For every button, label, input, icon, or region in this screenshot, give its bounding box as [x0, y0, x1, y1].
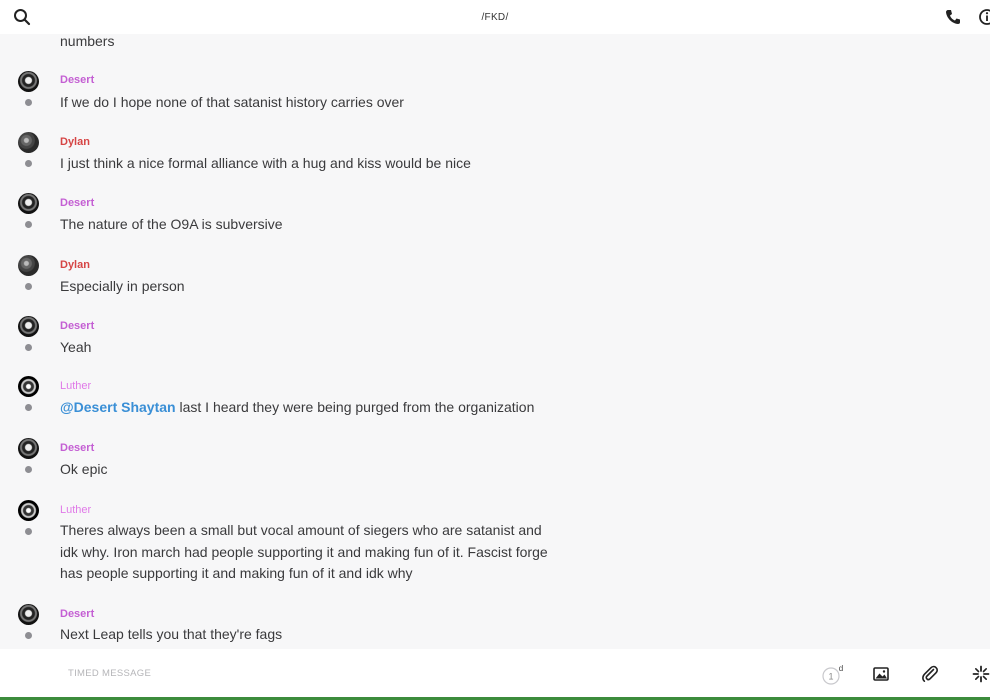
avatar[interactable]	[18, 500, 39, 521]
read-indicator	[25, 632, 32, 639]
image-icon[interactable]	[872, 665, 890, 683]
avatar[interactable]	[18, 193, 39, 214]
timer-icon[interactable]: 1 d	[821, 665, 845, 685]
avatar[interactable]	[18, 132, 39, 153]
avatar[interactable]	[18, 316, 39, 337]
sender-name[interactable]: Luther	[60, 380, 91, 392]
paperclip-icon[interactable]	[921, 665, 939, 683]
avatar[interactable]	[18, 438, 39, 459]
read-indicator	[25, 221, 32, 228]
message-text-rest: last I heard they were being purged from…	[175, 399, 535, 415]
message-text: If we do I hope none of that satanist hi…	[60, 94, 404, 110]
message-text: Yeah	[60, 339, 92, 355]
message-text: Theres always been a small but vocal amo…	[60, 522, 548, 581]
message-text: Ok epic	[60, 461, 108, 477]
sender-name[interactable]: Dylan	[60, 136, 90, 148]
sender-name[interactable]: Desert	[60, 74, 94, 86]
message-input[interactable]: TIMED MESSAGE	[68, 668, 151, 679]
read-indicator	[25, 283, 32, 290]
sender-name[interactable]: Luther	[60, 504, 91, 516]
sparkle-icon[interactable]	[972, 665, 990, 683]
avatar[interactable]	[18, 255, 39, 276]
avatar[interactable]	[18, 71, 39, 92]
read-indicator	[25, 404, 32, 411]
mention-link[interactable]: @Desert Shaytan	[60, 399, 176, 415]
message-text: Especially in person	[60, 278, 185, 294]
read-indicator	[25, 99, 32, 106]
read-indicator	[25, 344, 32, 351]
search-icon[interactable]	[13, 8, 31, 26]
sender-name[interactable]: Desert	[60, 320, 94, 332]
timer-unit: d	[839, 665, 843, 673]
read-indicator	[25, 466, 32, 473]
sender-name[interactable]: Desert	[60, 608, 94, 620]
avatar[interactable]	[18, 376, 39, 397]
read-indicator	[25, 528, 32, 535]
sender-name[interactable]: Desert	[60, 197, 94, 209]
phone-icon[interactable]	[944, 8, 962, 26]
message-text: I just think a nice formal alliance with…	[60, 155, 471, 171]
top-bar: /FKD/	[0, 0, 990, 34]
sender-name[interactable]: Desert	[60, 442, 94, 454]
message-text: numbers	[60, 34, 115, 49]
read-indicator	[25, 160, 32, 167]
message-text: @Desert Shaytan last I heard they were b…	[60, 397, 620, 419]
message-text: The nature of the O9A is subversive	[60, 216, 283, 232]
composer: TIMED MESSAGE 1 d	[0, 649, 990, 700]
info-icon[interactable]	[978, 8, 990, 26]
conversation-title: /FKD/	[481, 11, 509, 23]
sender-name[interactable]: Dylan	[60, 259, 90, 271]
message-text: Next Leap tells you that they're fags	[60, 626, 283, 642]
avatar[interactable]	[18, 604, 39, 625]
timer-value: 1	[828, 672, 833, 682]
message-list[interactable]: numbers Desert If we do I hope none of t…	[0, 34, 990, 649]
